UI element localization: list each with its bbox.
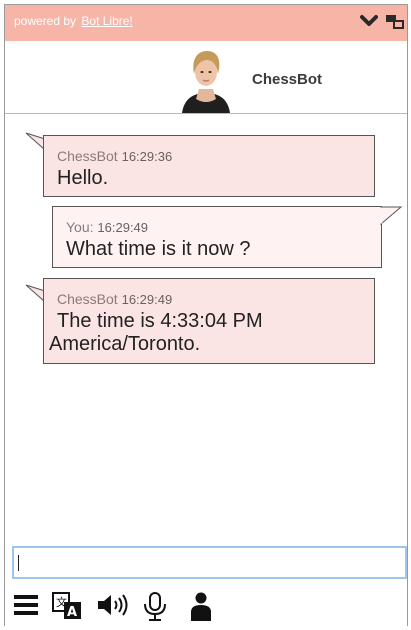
microphone-icon[interactable] — [141, 592, 169, 622]
svg-text:A: A — [67, 605, 77, 620]
chat-window: powered by Bot Libre! ChessBot ChessBot … — [4, 4, 408, 626]
message-bubble: ChessBot 16:29:49 The time is 4:33:04 PM… — [43, 278, 375, 364]
message-text: What time is it now ? — [66, 238, 251, 260]
text-cursor — [18, 555, 19, 571]
chevron-down-icon[interactable] — [360, 14, 378, 28]
menu-icon[interactable] — [13, 592, 39, 618]
bot-libre-link[interactable]: Bot Libre! — [81, 14, 132, 28]
chat-input[interactable] — [12, 546, 407, 579]
speaker-icon[interactable] — [96, 592, 130, 618]
message-time: 16:29:36 — [121, 149, 173, 164]
message-text-line: The time is 4:33:04 PM — [57, 310, 263, 332]
powered-by-label: powered by — [14, 14, 77, 28]
message-sender: ChessBot — [57, 148, 118, 164]
message-bubble: You: 16:29:49 What time is it now ? — [52, 206, 382, 268]
translate-icon[interactable]: 文 A — [52, 592, 82, 620]
message-sender: You: — [66, 219, 94, 235]
message-text: The time is 4:33:04 PM America/Toronto. — [49, 310, 364, 356]
message-time: 16:29:49 — [121, 292, 173, 307]
bot-name: ChessBot — [252, 71, 323, 88]
avatar-toggle-icon[interactable] — [189, 592, 213, 622]
message-time: 16:29:49 — [97, 220, 149, 235]
bubble-tail — [379, 206, 403, 226]
message-text-line: America/Toronto. — [49, 333, 201, 355]
top-bar: powered by Bot Libre! — [5, 5, 407, 41]
message-sender: ChessBot — [57, 291, 118, 307]
message-bubble: ChessBot 16:29:36 Hello. — [43, 135, 375, 197]
message-meta: ChessBot 16:29:36 — [57, 148, 364, 164]
powered-by: powered by Bot Libre! — [14, 14, 133, 28]
message-meta: You: 16:29:49 — [66, 219, 371, 235]
popout-icon[interactable] — [385, 12, 405, 32]
chat-header: ChessBot — [5, 41, 407, 114]
message-text: Hello. — [57, 167, 109, 189]
avatar — [182, 51, 230, 113]
message-meta: ChessBot 16:29:49 — [57, 291, 364, 307]
